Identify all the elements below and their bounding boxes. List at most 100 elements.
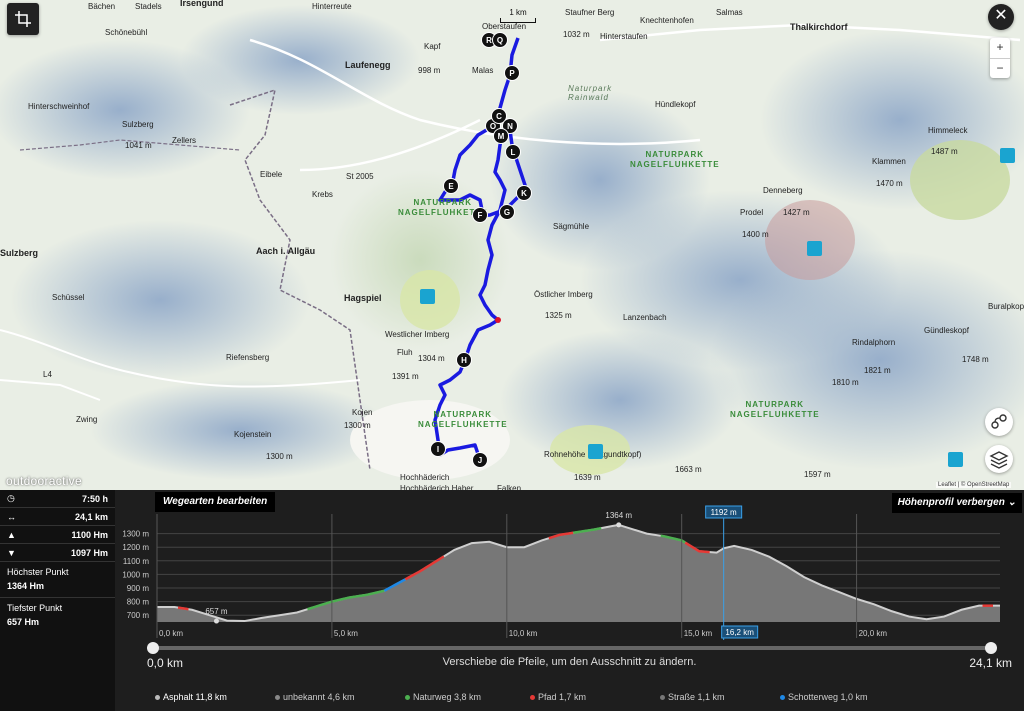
route-marker[interactable]: H	[456, 352, 472, 368]
map-attribution[interactable]: Leaflet | © OpenStreetMap	[936, 482, 1012, 488]
park-label: NATURPARK NAGELFLUHKETTE	[630, 150, 720, 169]
place-label: St 2005	[346, 172, 374, 181]
distance-row: ↔ 24,1 km	[0, 508, 115, 526]
place-label: 1325 m	[545, 311, 572, 320]
place-label: Malas	[472, 66, 494, 75]
tour-stats-panel: ◷ 7:50 h ↔ 24,1 km ▲ 1100 Hm ▼ 1097 Hm H…	[0, 490, 115, 711]
close-button[interactable]: ✕	[988, 4, 1014, 30]
place-label: Oberstaufen	[482, 22, 527, 31]
route-marker[interactable]: Q	[492, 32, 508, 48]
highest-label: Höchster Punkt	[7, 567, 69, 577]
place-label: 1470 m	[876, 179, 903, 188]
place-label: Zellers	[172, 136, 197, 145]
x-tick-label: 0,0 km	[159, 629, 183, 638]
legend-color-dot	[530, 695, 535, 701]
hide-profile-button[interactable]: Höhenprofil verbergen ⌄	[891, 493, 1022, 513]
place-label: Knechtenhofen	[640, 16, 694, 25]
place-label: Eibele	[260, 170, 283, 179]
zoom-control: + −	[990, 38, 1010, 78]
place-label: Westlicher Imberg	[385, 330, 450, 339]
place-label: Östlicher Imberg	[534, 290, 593, 299]
crop-icon	[15, 11, 31, 27]
legend-label: Schotterweg 1,0 km	[788, 692, 868, 702]
legend-item[interactable]: Schotterweg 1,0 km	[780, 692, 868, 702]
place-label: Hochhäderich	[400, 473, 450, 482]
route-marker[interactable]: L	[505, 144, 521, 160]
poi-climbing-icon[interactable]	[588, 444, 603, 459]
legend-label: Asphalt 11,8 km	[163, 692, 227, 702]
route-planner-button[interactable]	[985, 408, 1013, 436]
place-label: 998 m	[418, 66, 441, 75]
route-marker[interactable]: E	[443, 178, 459, 194]
poi-climbing-icon[interactable]	[807, 241, 822, 256]
range-start-handle[interactable]	[147, 642, 159, 654]
legend-item[interactable]: unbekannt 4,6 km	[275, 692, 355, 702]
place-label: Denneberg	[763, 186, 803, 195]
x-tick-label: 5,0 km	[334, 629, 358, 638]
zoom-in-button[interactable]: +	[990, 38, 1010, 59]
legend-item[interactable]: Pfad 1,7 km	[530, 692, 586, 702]
close-icon: ✕	[994, 7, 1008, 24]
poi-climbing-icon[interactable]	[420, 289, 435, 304]
place-label: 1300 m	[344, 421, 371, 430]
lowest-value: 657 Hm	[7, 617, 40, 627]
y-tick-label: 1100 m	[123, 557, 149, 566]
route-marker[interactable]: M	[493, 128, 509, 144]
annotation-dot	[213, 618, 219, 624]
place-label: Stadels	[135, 2, 162, 11]
park-label: NATURPARK NAGELFLUHKETTE	[418, 410, 508, 429]
place-label: Schönebühl	[105, 28, 148, 37]
place-label: Hinterstaufen	[600, 32, 648, 41]
layers-button[interactable]	[985, 445, 1013, 473]
descent-value: 1097 Hm	[70, 547, 108, 558]
place-label: Staufner Berg	[565, 8, 615, 17]
lowest-label: Tiefster Punkt	[7, 603, 63, 613]
duration-row: ◷ 7:50 h	[0, 490, 115, 508]
place-label: Buralpkopf	[988, 302, 1024, 311]
zoom-out-button[interactable]: −	[990, 59, 1010, 79]
range-slider[interactable]: 0,0 km 24,1 km Verschiebe die Pfeile, um…	[115, 638, 1024, 678]
place-label: Riefensberg	[226, 353, 270, 362]
place-label: Zwing	[76, 415, 98, 424]
route-marker[interactable]: P	[504, 65, 520, 81]
legend-item[interactable]: Straße 1,1 km	[660, 692, 725, 702]
range-end-handle[interactable]	[985, 642, 997, 654]
y-tick-label: 1200 m	[122, 543, 149, 552]
duration-value: 7:50 h	[81, 493, 108, 504]
x-tick-label: 10,0 km	[509, 629, 538, 638]
crop-button[interactable]	[7, 3, 39, 35]
y-tick-label: 1000 m	[122, 570, 149, 579]
path-type-legend: Asphalt 11,8 km unbekannt 4,6 km Naturweg …	[115, 688, 1024, 706]
legend-label: Pfad 1,7 km	[538, 692, 587, 702]
route-marker[interactable]: K	[516, 185, 532, 201]
chevron-down-icon: ⌄	[1007, 497, 1016, 508]
route-marker[interactable]: J	[472, 452, 488, 468]
legend-color-dot	[660, 695, 665, 701]
park-label: NATURPARK NAGELFLUHKETTE	[730, 400, 820, 419]
annotation-dot	[616, 522, 622, 528]
place-label: Hündlekopf	[655, 100, 696, 109]
map-view[interactable]: Bächen Stadels Irsengund Hinterreute Obersta…	[0, 0, 1024, 490]
edit-path-types-button[interactable]: Wegearten bearbeiten	[155, 492, 276, 512]
place-label: 1300 m	[266, 452, 293, 461]
elevation-chart[interactable]: 1300 m 1200 m 1100 m 1000 m 900 m 800 m 700 m 0…	[115, 490, 1024, 640]
place-label: Hinterschweinhof	[28, 102, 90, 111]
place-label: 1391 m	[392, 372, 419, 381]
legend-color-dot	[780, 695, 785, 701]
place-label: 1487 m	[931, 147, 958, 156]
elevation-profile[interactable]: 1300 m 1200 m 1100 m 1000 m 900 m 800 m 700 m 0…	[115, 490, 1024, 711]
place-label: Kojenstein	[234, 430, 272, 439]
poi-climbing-icon[interactable]	[1000, 148, 1015, 163]
place-label: 1639 m	[574, 473, 601, 482]
route-marker[interactable]: G	[499, 204, 515, 220]
legend-item[interactable]: Asphalt 11,8 km	[155, 692, 227, 702]
x-tick-label: 15,0 km	[684, 629, 713, 638]
route-marker[interactable]: I	[430, 441, 446, 457]
legend-item[interactable]: Naturweg 3,8 km	[405, 692, 481, 702]
route-marker[interactable]: F	[472, 207, 488, 223]
clock-icon: ◷	[7, 493, 15, 503]
poi-climbing-icon[interactable]	[948, 452, 963, 467]
y-tick-label: 1300 m	[122, 530, 149, 539]
place-label: 1821 m	[864, 366, 891, 375]
place-label: Sulzberg	[0, 248, 39, 258]
